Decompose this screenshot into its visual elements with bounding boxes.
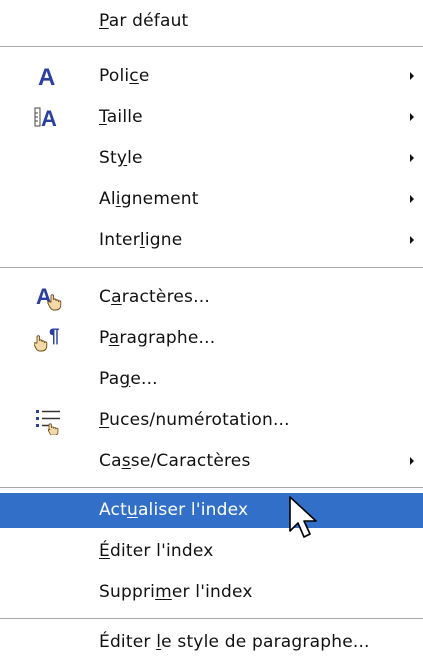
- bullets-numbering-icon: [36, 410, 60, 435]
- menu-item-label: Actualiser l'index: [99, 500, 249, 520]
- menu-separator: [0, 618, 423, 620]
- menu-item-label: Caractères...: [99, 287, 210, 307]
- menu-item-par-defaut[interactable]: Par défaut: [0, 4, 423, 38]
- menu-separator: [0, 487, 423, 489]
- menu-item-label: Éditer l'index: [99, 541, 214, 561]
- menu-item-page[interactable]: Page...: [0, 362, 423, 396]
- paragraph-icon: ¶: [34, 326, 60, 352]
- svg-text:A: A: [38, 64, 55, 91]
- menu-item-editer-style-paragraphe[interactable]: Éditer le style de paragraphe...: [0, 625, 423, 659]
- menu-item-label: Puces/numérotation...: [99, 410, 290, 430]
- menu-separator: [0, 46, 423, 48]
- menu-item-label: Éditer le style de paragraphe...: [99, 632, 370, 652]
- submenu-arrow-icon: [410, 236, 414, 244]
- context-menu: Par défaut A Police A Taille Style Align…: [0, 0, 423, 660]
- menu-item-label: Police: [99, 66, 150, 86]
- submenu-arrow-icon: [410, 113, 414, 121]
- menu-item-paragraphe[interactable]: ¶ Paragraphe...: [0, 321, 423, 355]
- menu-item-puces-numerotation[interactable]: Puces/numérotation...: [0, 403, 423, 437]
- menu-separator: [0, 267, 423, 269]
- menu-item-caracteres[interactable]: A Caractères...: [0, 280, 423, 314]
- submenu-arrow-icon: [410, 154, 414, 162]
- menu-item-casse-caracteres[interactable]: Casse/Caractères: [0, 444, 423, 478]
- menu-item-actualiser-index[interactable]: Actualiser l'index: [0, 493, 423, 528]
- menu-item-label: Casse/Caractères: [99, 451, 251, 471]
- menu-item-label: Interligne: [99, 230, 183, 250]
- submenu-arrow-icon: [410, 195, 414, 203]
- menu-item-label: Page...: [99, 369, 158, 389]
- menu-item-label: Par défaut: [99, 11, 189, 31]
- svg-text:A: A: [41, 106, 57, 131]
- menu-item-taille[interactable]: A Taille: [0, 100, 423, 134]
- submenu-arrow-icon: [410, 72, 414, 80]
- menu-item-label: Paragraphe...: [99, 328, 216, 348]
- menu-item-label: Alignement: [99, 189, 199, 209]
- mouse-pointer-icon: [289, 496, 317, 538]
- menu-item-police[interactable]: A Police: [0, 59, 423, 93]
- menu-item-style[interactable]: Style: [0, 141, 423, 175]
- menu-item-interligne[interactable]: Interligne: [0, 223, 423, 257]
- font-icon: A: [38, 64, 55, 91]
- font-size-icon: A: [34, 106, 57, 131]
- menu-item-editer-index[interactable]: Éditer l'index: [0, 534, 423, 568]
- menu-item-supprimer-index[interactable]: Supprimer l'index: [0, 575, 423, 609]
- menu-item-label: Supprimer l'index: [99, 582, 253, 602]
- menu-item-label: Style: [99, 148, 143, 168]
- characters-icon: A: [36, 284, 62, 311]
- menu-item-alignement[interactable]: Alignement: [0, 182, 423, 216]
- menu-item-label: Taille: [99, 107, 143, 127]
- svg-text:¶: ¶: [49, 326, 60, 347]
- submenu-arrow-icon: [410, 457, 414, 465]
